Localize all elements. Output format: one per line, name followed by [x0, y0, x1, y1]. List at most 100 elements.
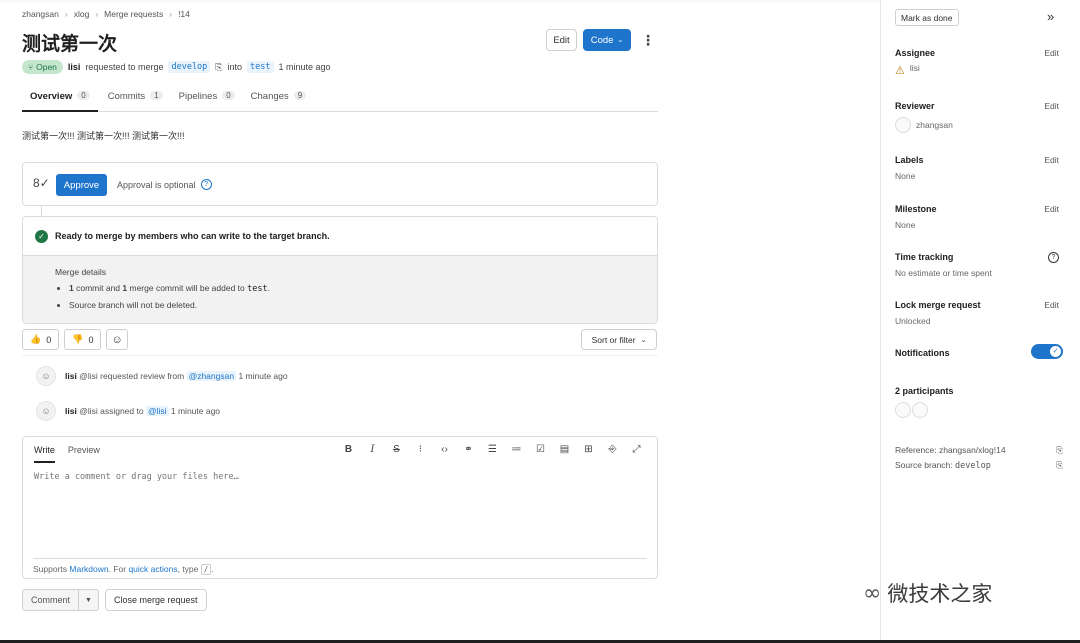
- source-branch[interactable]: develop: [168, 61, 211, 73]
- activity-mention[interactable]: @zhangsan: [186, 371, 237, 381]
- widget-connector: [41, 206, 42, 216]
- reviewer-name[interactable]: zhangsan: [916, 120, 953, 130]
- assignee-edit[interactable]: Edit: [1044, 48, 1059, 58]
- warning-icon: ⚠: [895, 65, 905, 77]
- mr-tabs: Overview 0 Commits 1 Pipelines 0 Changes…: [22, 85, 658, 112]
- thumbs-down-button[interactable]: 👎 0: [64, 329, 102, 350]
- breadcrumb-item-project[interactable]: xlog: [74, 9, 90, 19]
- target-branch[interactable]: test: [247, 61, 274, 73]
- assignee-title: Assignee: [895, 48, 936, 58]
- code-icon[interactable]: ‹›: [439, 444, 450, 455]
- smiley-icon: ☺: [111, 333, 123, 346]
- bullet-list-icon[interactable]: ☰: [487, 444, 498, 455]
- labels-value: None: [895, 171, 916, 181]
- breadcrumb-item-mr[interactable]: !14: [178, 9, 190, 19]
- code-dropdown-button[interactable]: Code ⌄: [583, 29, 631, 51]
- wechat-logo-icon: ∞: [863, 580, 882, 606]
- copy-icon[interactable]: ⎘: [1056, 445, 1063, 456]
- milestone-section: Milestone Edit None: [895, 204, 1063, 230]
- approve-button[interactable]: Approve: [56, 174, 107, 196]
- activity-item: ☺ lisi @lisi assigned to @lisi 1 minute …: [36, 401, 220, 421]
- help-icon[interactable]: ?: [200, 179, 212, 190]
- chevron-down-icon[interactable]: ▼: [78, 590, 99, 610]
- tab-commits[interactable]: Commits 1: [100, 85, 171, 112]
- comment-button[interactable]: Comment: [23, 590, 79, 610]
- chevron-down-icon: ⌄: [617, 37, 624, 44]
- comment-editor: Write Preview B I S ⁝ ‹› ⚭ ☰ ≔ ☑ ▤ ⊞ ⎆ ⤢…: [22, 436, 658, 579]
- activity-user[interactable]: lisi: [65, 406, 77, 416]
- participants-section: 2 participants: [895, 386, 1063, 418]
- participants-title: 2 participants: [895, 386, 954, 396]
- notifications-toggle[interactable]: [1031, 344, 1063, 359]
- tab-label: Overview: [30, 91, 73, 102]
- edit-button[interactable]: Edit: [546, 29, 577, 51]
- milestone-edit[interactable]: Edit: [1044, 204, 1059, 214]
- quote-icon[interactable]: ⁝: [415, 444, 426, 455]
- reviewer-title: Reviewer: [895, 101, 935, 111]
- merge-details: Merge details 1 commit and 1 merge commi…: [23, 255, 657, 323]
- slash-key: /: [200, 564, 212, 575]
- user-icon: ☺: [36, 366, 56, 386]
- link-icon[interactable]: ⚭: [463, 444, 474, 455]
- reviewer-edit[interactable]: Edit: [1044, 101, 1059, 111]
- activity-handle: @lisi: [79, 406, 98, 416]
- watermark-text: 微技术之家: [887, 582, 993, 606]
- activity-handle: @lisi: [79, 371, 98, 381]
- help-icon[interactable]: ?: [1048, 252, 1059, 263]
- tab-write[interactable]: Write: [34, 445, 55, 463]
- markdown-link[interactable]: Markdown: [69, 564, 108, 574]
- sort-filter-dropdown[interactable]: Sort or filter ⌄: [581, 329, 657, 350]
- tab-overview[interactable]: Overview 0: [22, 85, 98, 112]
- tab-label: Changes: [250, 91, 289, 102]
- copy-icon[interactable]: ⎘: [1056, 460, 1063, 471]
- quick-actions-link[interactable]: quick actions: [128, 564, 177, 574]
- avatar[interactable]: [895, 402, 911, 418]
- thumbs-up-button[interactable]: 👍 0: [22, 329, 60, 350]
- watermark: ∞ 微技术之家: [863, 578, 992, 608]
- task-list-icon[interactable]: ☑: [535, 444, 546, 455]
- labels-edit[interactable]: Edit: [1044, 155, 1059, 165]
- assignee-name[interactable]: lisi: [910, 63, 920, 73]
- author-name[interactable]: lisi: [68, 62, 81, 72]
- collapse-sidebar-icon[interactable]: »: [1047, 9, 1054, 24]
- strikethrough-icon[interactable]: S: [391, 444, 402, 455]
- breadcrumb: zhangsan › xlog › Merge requests › !14: [22, 9, 190, 19]
- main-content: zhangsan › xlog › Merge requests › !14 测…: [22, 0, 658, 643]
- merge-detail-commits: 1 commit and 1 merge commit will be adde…: [69, 283, 657, 294]
- tab-preview[interactable]: Preview: [68, 445, 100, 463]
- breadcrumb-separator-icon: ›: [169, 9, 173, 19]
- sort-label: Sort or filter: [591, 334, 636, 345]
- breadcrumb-item-user[interactable]: zhangsan: [22, 9, 59, 19]
- copy-icon[interactable]: ⎘: [215, 62, 222, 73]
- breadcrumb-separator-icon: ›: [64, 9, 68, 19]
- thumbs-up-icon: 👍: [30, 334, 42, 344]
- mark-as-done-button[interactable]: Mark as done: [895, 9, 959, 26]
- close-merge-request-button[interactable]: Close merge request: [105, 589, 207, 611]
- activity-mention[interactable]: @lisi: [145, 406, 169, 416]
- bold-icon[interactable]: B: [343, 444, 354, 455]
- tab-changes[interactable]: Changes 9: [243, 85, 314, 112]
- assignee-section: Assignee Edit ⚠ lisi: [895, 48, 1063, 77]
- comment-input[interactable]: [34, 472, 646, 482]
- lock-edit[interactable]: Edit: [1044, 300, 1059, 310]
- approval-widget: 8✓ Approve Approval is optional ?: [22, 162, 658, 206]
- tab-label: Pipelines: [178, 91, 218, 102]
- tab-label: Commits: [107, 91, 146, 102]
- user-icon: ☺: [36, 401, 56, 421]
- numbered-list-icon[interactable]: ≔: [511, 444, 522, 455]
- fullscreen-icon[interactable]: ⤢: [631, 444, 642, 455]
- editor-tabs: Write Preview: [34, 445, 100, 463]
- chevron-down-icon: ⌄: [640, 336, 647, 344]
- avatar[interactable]: [912, 402, 928, 418]
- lock-value: Unlocked: [895, 316, 931, 326]
- italic-icon[interactable]: I: [367, 444, 378, 455]
- more-actions-icon[interactable]: ⋮: [641, 31, 655, 49]
- breadcrumb-item-merge-requests[interactable]: Merge requests: [104, 9, 163, 19]
- tab-pipelines[interactable]: Pipelines 0: [171, 85, 243, 112]
- collapsible-icon[interactable]: ▤: [559, 444, 570, 455]
- attach-icon[interactable]: ⎆: [607, 444, 618, 455]
- table-icon[interactable]: ⊞: [583, 444, 594, 455]
- activity-user[interactable]: lisi: [65, 371, 77, 381]
- divider: [22, 355, 658, 356]
- add-reaction-button[interactable]: ☺: [106, 329, 128, 350]
